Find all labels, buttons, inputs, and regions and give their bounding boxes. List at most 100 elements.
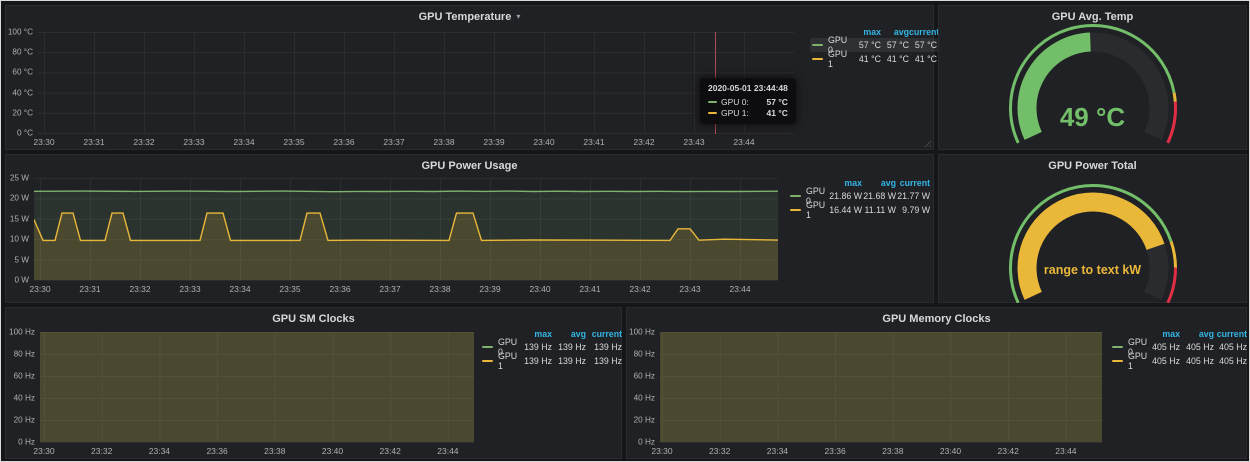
- x-axis-tick-label: 23:31: [83, 137, 104, 147]
- x-axis-tick-label: 23:34: [149, 446, 170, 456]
- legend-value: 405 Hz: [1180, 356, 1214, 366]
- legend-header-max[interactable]: max: [828, 178, 862, 188]
- legend-value: 139 Hz: [552, 356, 586, 366]
- x-axis-tick-label: 23:40: [533, 137, 554, 147]
- y-axis-tick-label: 80 Hz: [627, 350, 655, 359]
- legend-series-label[interactable]: GPU 1: [1112, 351, 1150, 371]
- gauge-arc: [1005, 172, 1181, 303]
- legend-header-avg[interactable]: avg: [1180, 329, 1214, 339]
- legend-value: 139 Hz: [552, 342, 586, 352]
- series-color-dash-icon: [482, 360, 493, 362]
- legend-value: 139 Hz: [522, 356, 552, 366]
- series-color-dash-icon: [1112, 360, 1123, 362]
- x-axis-tick-label: 23:41: [583, 137, 604, 147]
- chart-canvas: [38, 32, 794, 134]
- series-color-dash-icon: [1112, 346, 1123, 348]
- chart-plot-area[interactable]: [40, 332, 474, 443]
- x-axis-tick-label: 23:30: [651, 446, 672, 456]
- legend-value: 41 °C: [909, 54, 937, 64]
- legend-value: 57 °C: [909, 40, 937, 50]
- x-axis-tick-label: 23:38: [264, 446, 285, 456]
- series-color-dash-icon: [812, 44, 823, 46]
- panel-title: GPU Temperature: [419, 11, 512, 23]
- legend-value: 139 Hz: [586, 342, 622, 352]
- panel-title: GPU Power Usage: [422, 160, 518, 172]
- x-axis-tick-label: 23:40: [529, 284, 550, 294]
- x-axis-tick-label: 23:34: [229, 284, 250, 294]
- legend-header-max[interactable]: max: [1150, 329, 1180, 339]
- y-axis-tick-label: 40 Hz: [6, 394, 35, 403]
- tooltip-series-row: GPU 1:41 °C: [708, 108, 788, 120]
- legend-row: GPU 141 °C41 °C41 °C: [810, 52, 939, 66]
- x-axis-tick-label: 23:32: [129, 284, 150, 294]
- legend-series-label[interactable]: GPU 1: [482, 351, 522, 371]
- legend-series-name: GPU 1: [498, 351, 522, 371]
- legend-value: 41 °C: [852, 54, 881, 64]
- y-axis-tick-label: 80 Hz: [6, 350, 35, 359]
- y-axis-tick-label: 60 Hz: [6, 372, 35, 381]
- series-color-dash-icon: [708, 101, 717, 103]
- tooltip-timestamp: 2020-05-01 23:44:48: [708, 83, 788, 93]
- panel-header-gpu-sm-clocks[interactable]: GPU SM Clocks: [6, 308, 621, 328]
- chart-tooltip: 2020-05-01 23:44:48GPU 0:57 °CGPU 1:41 °…: [700, 78, 796, 124]
- y-axis-tick-label: 5 W: [6, 255, 29, 264]
- legend: maxavgcurrentGPU 0139 Hz139 Hz139 HzGPU …: [480, 328, 624, 368]
- panel-resize-handle[interactable]: [922, 138, 931, 147]
- panel-header-gpu-power-usage[interactable]: GPU Power Usage: [6, 155, 933, 175]
- y-axis-tick-label: 80 °C: [6, 48, 33, 57]
- legend: maxavgcurrentGPU 021.86 W21.68 W21.77 WG…: [788, 177, 932, 217]
- legend-value: 405 Hz: [1150, 356, 1180, 366]
- panel-header-gpu-memory-clocks[interactable]: GPU Memory Clocks: [627, 308, 1246, 328]
- x-axis-tick-label: 23:35: [279, 284, 300, 294]
- legend-value: 41 °C: [881, 54, 909, 64]
- tooltip-series-label: GPU 1:: [721, 108, 749, 118]
- x-axis-tick-label: 23:36: [824, 446, 845, 456]
- y-axis-tick-label: 0 Hz: [627, 438, 655, 447]
- chart-plot-area[interactable]: [38, 32, 794, 134]
- legend-series-label[interactable]: GPU 1: [812, 49, 852, 69]
- legend-value: 21.77 W: [896, 191, 930, 201]
- legend-header-avg[interactable]: avg: [552, 329, 586, 339]
- legend-row: GPU 1405 Hz405 Hz405 Hz: [1110, 354, 1249, 368]
- legend-header-max[interactable]: max: [852, 27, 881, 37]
- panel-header-gpu-temperature[interactable]: GPU Temperature▾: [6, 6, 933, 26]
- x-axis-tick-label: 23:39: [483, 137, 504, 147]
- legend-header-avg[interactable]: avg: [862, 178, 896, 188]
- series-color-dash-icon: [812, 58, 823, 60]
- y-axis-tick-label: 100 Hz: [6, 328, 35, 337]
- x-axis-tick-label: 23:32: [709, 446, 730, 456]
- x-axis-tick-label: 23:38: [882, 446, 903, 456]
- chart-plot-area[interactable]: [660, 332, 1102, 443]
- legend: maxavgcurrentGPU 057 °C57 °C57 °CGPU 141…: [810, 26, 939, 66]
- legend-header-current[interactable]: current: [1214, 329, 1247, 339]
- y-axis-tick-label: 10 W: [6, 235, 29, 244]
- chart-plot-area[interactable]: [34, 178, 778, 281]
- y-axis-tick-label: 0 °C: [6, 129, 33, 138]
- x-axis-tick-label: 23:36: [329, 284, 350, 294]
- x-axis-tick-label: 23:40: [940, 446, 961, 456]
- legend-header-current[interactable]: current: [909, 27, 937, 37]
- legend-header-max[interactable]: max: [522, 329, 552, 339]
- legend-value: 21.68 W: [862, 191, 896, 201]
- legend-header-current[interactable]: current: [586, 329, 622, 339]
- series-area-gpu-1: [40, 332, 474, 442]
- series-line-gpu-0: [34, 191, 778, 192]
- legend-header-avg[interactable]: avg: [881, 27, 909, 37]
- panel-gpu-memory-clocks: GPU Memory Clocks 23:3023:3223:3423:3623…: [626, 307, 1247, 459]
- legend-value: 11.11 W: [862, 205, 896, 215]
- y-axis-tick-label: 20 W: [6, 194, 29, 203]
- legend-header-current[interactable]: current: [896, 178, 930, 188]
- x-axis-tick-label: 23:36: [333, 137, 354, 147]
- legend-value: 57 °C: [852, 40, 881, 50]
- x-axis-tick-label: 23:32: [133, 137, 154, 147]
- y-axis-tick-label: 60 °C: [6, 68, 33, 77]
- legend-row: GPU 1139 Hz139 Hz139 Hz: [480, 354, 624, 368]
- gauge-value: 49 °C: [939, 102, 1246, 133]
- chart-canvas: [40, 332, 474, 443]
- panel-gpu-power-usage: GPU Power Usage 23:3023:3123:3223:3323:3…: [5, 154, 934, 303]
- legend-series-name: GPU 1: [1128, 351, 1150, 371]
- x-axis-tick-label: 23:44: [733, 137, 754, 147]
- gauge-threshold-ring-1: [1174, 93, 1175, 102]
- legend-series-label[interactable]: GPU 1: [790, 200, 828, 220]
- x-axis-tick-label: 23:38: [433, 137, 454, 147]
